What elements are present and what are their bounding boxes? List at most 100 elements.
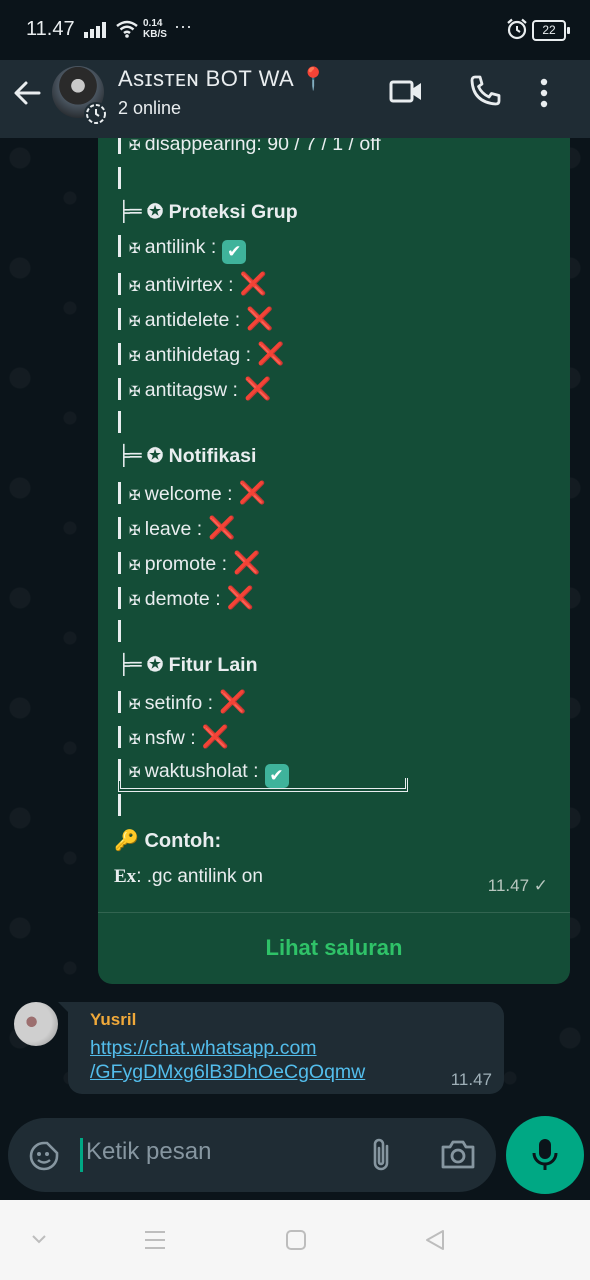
cross-icon: ❌	[208, 514, 236, 540]
voice-record-button[interactable]	[506, 1116, 584, 1194]
status-ring-icon	[84, 102, 108, 126]
setting-item: ✠ promote : ❌	[118, 550, 261, 576]
setting-label: promote :	[144, 553, 228, 575]
box-border	[118, 167, 121, 190]
item-prefix-icon: ✠	[129, 313, 141, 330]
section-heading: ╞═ ✪ Proteksi Grup	[118, 200, 298, 224]
battery-icon: 22	[532, 20, 570, 41]
example-line: Ex: .gc antilink on	[114, 866, 263, 888]
invite-link-line2[interactable]: /GFygDMxg6lB3DhOeCgOqmw	[90, 1060, 365, 1084]
voice-call-icon[interactable]	[468, 74, 502, 108]
chat-subtitle: 2 online	[118, 98, 182, 118]
box-tee: ╞═	[118, 444, 142, 468]
box-tee: ╞═	[118, 653, 142, 677]
item-prefix-icon: ✠	[129, 593, 141, 610]
spacer-line	[118, 411, 129, 435]
sender-name[interactable]: Yusril	[90, 1010, 136, 1030]
setting-label: antivirtex :	[144, 273, 234, 296]
box-border	[118, 690, 121, 713]
message-input[interactable]: Ketik pesan	[86, 1138, 211, 1166]
item-prefix-icon: ✠	[129, 138, 141, 154]
status-bar: 11.47 0.14 KB/S ··· 22	[0, 0, 590, 60]
received-message-bubble[interactable]: Yusril https://chat.whatsapp.com/GFygDMx…	[58, 1002, 504, 1094]
more-menu-icon[interactable]	[540, 78, 548, 108]
channel-message-bubble[interactable]: ✠ disappearing: 90 / 7 / 1 / off ╞═ ✪ Prot…	[98, 138, 570, 984]
cross-icon: ❌	[238, 479, 266, 505]
alarm-icon	[507, 18, 527, 40]
box-border	[118, 725, 121, 748]
setting-item: ✠ welcome : ❌	[118, 480, 266, 506]
box-border	[118, 794, 121, 817]
text-cursor	[80, 1138, 83, 1172]
back-arrow-icon[interactable]	[12, 78, 42, 108]
nav-back-icon[interactable]	[424, 1228, 446, 1252]
setting-label: antitagsw :	[144, 379, 238, 402]
key-icon: 🔑	[114, 830, 139, 852]
setting-item: ✠ antidelete : ❌	[118, 306, 274, 332]
invite-link-line1[interactable]: https://chat.whatsapp.com	[90, 1036, 365, 1060]
box-border	[118, 343, 121, 365]
cross-icon: ❌	[233, 550, 261, 575]
bubble-divider	[98, 912, 570, 913]
system-nav-bar	[0, 1200, 590, 1280]
box-border	[118, 620, 121, 643]
box-border	[118, 235, 121, 258]
invite-link[interactable]: https://chat.whatsapp.com/GFygDMxg6lB3Dh…	[90, 1036, 365, 1084]
example-text: : .gc antilink on	[136, 866, 263, 887]
setting-item: ✠ leave : ❌	[118, 515, 236, 541]
chat-title-text: Asɪsᴛᴇɴ BOT WA	[118, 66, 293, 91]
item-prefix-icon: ✠	[129, 487, 141, 504]
box-border	[118, 587, 121, 610]
sender-avatar[interactable]	[14, 1002, 58, 1046]
setting-label: antilink :	[144, 236, 217, 259]
setting-label: demote :	[144, 588, 221, 611]
chat-title[interactable]: Asɪsᴛᴇɴ BOT WA 📍	[118, 66, 328, 92]
setting-label: setinfo :	[144, 691, 214, 714]
box-border	[118, 272, 121, 295]
item-prefix-icon: ✠	[129, 241, 141, 258]
chat-area[interactable]: ✠ disappearing: 90 / 7 / 1 / off ╞═ ✪ Prot…	[0, 138, 590, 1118]
setting-item: ✠ nsfw : ❌	[118, 724, 229, 750]
example-label-text: Contoh:	[144, 830, 222, 852]
check-icon: ✔	[222, 240, 247, 265]
cross-icon: ❌	[243, 376, 272, 402]
section-heading: ╞═ ✪ Notifikasi	[118, 444, 256, 468]
message-composer[interactable]: Ketik pesan	[8, 1118, 496, 1192]
section-heading: ╞═ ✪ Fitur Lain	[118, 653, 258, 677]
section-heading-text: Notifikasi	[168, 445, 257, 468]
section-heading-text: Proteksi Grup	[168, 201, 298, 224]
status-more: ···	[174, 16, 192, 36]
item-prefix-icon: ✠	[129, 278, 141, 295]
item-prefix-icon: ✠	[129, 558, 141, 574]
item-prefix-icon: ✠	[129, 384, 141, 401]
example-prefix: Ex	[114, 866, 137, 887]
box-border	[118, 307, 121, 330]
cross-icon: ❌	[239, 270, 268, 296]
setting-item: ✠ demote : ❌	[118, 585, 254, 611]
spacer-line	[118, 167, 129, 191]
view-channel-button[interactable]: Lihat saluran	[98, 923, 570, 973]
nav-recents-icon[interactable]	[144, 1228, 166, 1252]
nav-collapse-icon[interactable]	[30, 1228, 48, 1252]
attach-icon[interactable]	[368, 1136, 394, 1174]
net-speed-unit: KB/S	[143, 29, 167, 40]
cross-icon: ❌	[246, 305, 274, 331]
star-bullet-icon: ✪	[146, 654, 164, 677]
setting-item: ✠ disappearing: 90 / 7 / 1 / off	[118, 138, 381, 156]
setting-label: antihidetag :	[144, 344, 251, 366]
cross-icon: ❌	[219, 688, 247, 714]
cross-icon: ❌	[201, 723, 230, 749]
box-border	[118, 138, 121, 154]
video-call-icon[interactable]	[388, 76, 424, 106]
sticker-icon[interactable]	[28, 1140, 60, 1172]
box-tee: ╞═	[118, 200, 142, 224]
status-time: 11.47	[26, 18, 75, 40]
cross-icon: ❌	[226, 585, 255, 611]
setting-item: ✠ setinfo : ❌	[118, 689, 246, 715]
nav-home-icon[interactable]	[285, 1228, 307, 1252]
camera-icon[interactable]	[440, 1138, 476, 1170]
chat-header[interactable]: Asɪsᴛᴇɴ BOT WA 📍 2 online	[0, 60, 590, 138]
item-prefix-icon: ✠	[129, 349, 141, 365]
box-border	[118, 516, 121, 539]
star-bullet-icon: ✪	[146, 445, 164, 468]
